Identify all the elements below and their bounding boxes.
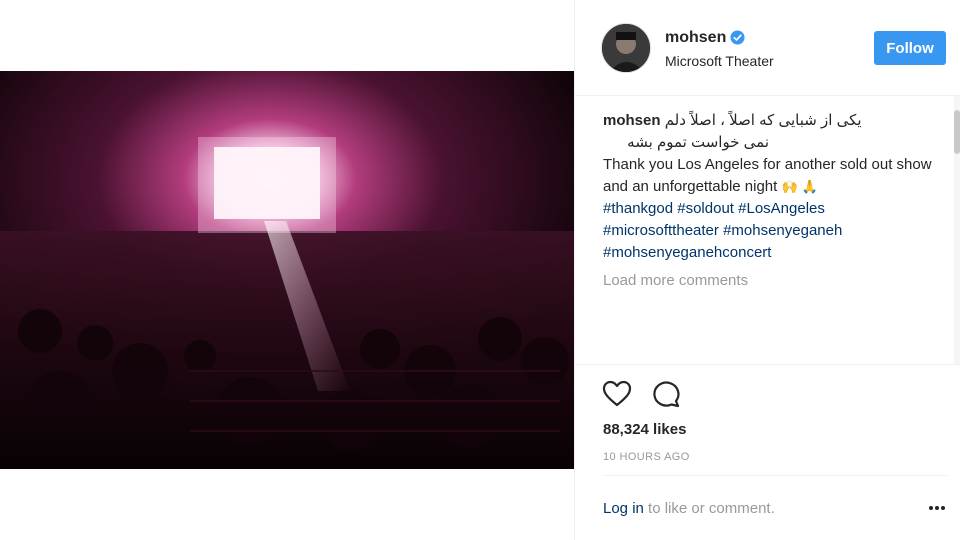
caption-username[interactable]: mohsen (603, 112, 661, 129)
location-link[interactable]: Microsoft Theater (665, 53, 774, 69)
hashtag-link[interactable]: #soldout (677, 200, 734, 217)
post-media-pane (0, 0, 574, 540)
hashtag-link[interactable]: #mohsenyeganeh (723, 222, 842, 239)
comments-scrollbar-thumb[interactable] (954, 110, 960, 154)
post-timestamp[interactable]: 10 HOURS AGO (603, 451, 690, 463)
login-prompt: Log in to like or comment. (603, 500, 775, 517)
caption-english-text: Thank you Los Angeles for another sold o… (603, 156, 932, 195)
follow-button[interactable]: Follow (874, 31, 946, 65)
verified-badge-icon (730, 30, 745, 45)
caption-persian-line-1: یکی از شبایی که اصلاً ، اصلاً دلم (664, 112, 862, 129)
login-prompt-suffix: to like or comment. (643, 500, 775, 517)
caption-block: mohsen یکی از شبایی که اصلاً ، اصلاً دلم… (603, 110, 933, 264)
divider (603, 475, 947, 476)
post-header: mohsen Microsoft Theater Follow (575, 0, 960, 96)
avatar[interactable] (601, 23, 651, 73)
more-options-icon[interactable] (927, 503, 947, 513)
post-details-pane: mohsen Microsoft Theater Follow mohsen ی… (574, 0, 960, 540)
caption-english: Thank you Los Angeles for another sold o… (603, 154, 933, 198)
hashtag-link[interactable]: #mohsenyeganehconcert (603, 244, 771, 261)
concert-photo[interactable] (0, 71, 574, 469)
hashtag-list: #thankgod #soldout #LosAngeles #microsof… (603, 198, 933, 264)
caption-persian-line-2: نمی خواست تموم بشه (627, 134, 769, 151)
login-link[interactable]: Log in (603, 500, 644, 517)
concert-photo-art (0, 71, 574, 469)
hashtag-link[interactable]: #thankgod (603, 200, 673, 217)
person-bowing-emoji: 🙏 (801, 179, 819, 195)
raised-hands-emoji: 🙌 (781, 179, 798, 195)
load-more-comments[interactable]: Load more comments (603, 272, 748, 289)
comment-icon[interactable] (651, 380, 681, 408)
divider (575, 364, 960, 365)
hashtag-link[interactable]: #microsofttheater (603, 222, 719, 239)
heart-icon[interactable] (602, 380, 632, 408)
likes-count[interactable]: 88,324 likes (603, 421, 686, 438)
username[interactable]: mohsen (665, 29, 726, 47)
hashtag-link[interactable]: #LosAngeles (738, 200, 825, 217)
